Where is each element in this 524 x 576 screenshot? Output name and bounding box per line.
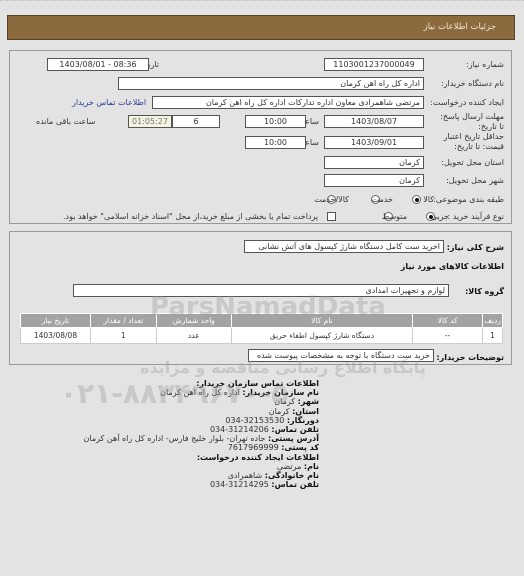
buyer-name-label: نام دستگاه خریدار: (441, 79, 504, 88)
days-remaining-field: 6 (172, 115, 220, 128)
goods-info-title: اطلاعات کالاهای مورد نیاز (400, 262, 504, 271)
cell-unit: عدد (155, 327, 232, 344)
description-label: شرح کلی نیاز: (446, 243, 504, 252)
col-unit: واحد شمارش (155, 313, 232, 328)
page-title: جزئیات اطلاعات نیاز (423, 22, 496, 32)
page-header: جزئیات اطلاعات نیاز (7, 15, 515, 40)
category-option-goods-service: کالا/خدمت (314, 195, 349, 204)
buyer-name-field: اداره کل راه اهن کرمان (118, 77, 424, 90)
deadline-time-field: 10:00 (245, 115, 306, 128)
description-field: اخرید ست کامل دستگاه شارژ کپسول های آتش … (244, 240, 444, 253)
col-row: ردیف (482, 313, 503, 328)
contact-info: اطلاعات تماس سازمان خریدار: نام سازمان خ… (0, 379, 319, 489)
validity-label: حداقل تاریخ اعتبار قیمت: تا تاریخ: (443, 132, 504, 151)
creator-phone: تلفن تماس: 034-31214295 (209, 480, 319, 490)
buyer-notes-field: خرید ست دستگاه با توجه به مشخصات پیوست ش… (248, 349, 434, 362)
validity-time-field: 10:00 (245, 136, 306, 149)
buyer-notes-label: توضیحات خریدار: (436, 353, 504, 362)
announce-date-field: 1403/08/01 - 08:36 (47, 58, 149, 71)
cell-name: دستگاه شارژ کپسول اطفاء حریق (230, 327, 414, 344)
process-option-medium: متوسط (381, 212, 407, 221)
cell-date: 1403/08/08 (20, 327, 91, 344)
goods-group-label: گروه کالا: (465, 287, 504, 296)
province-field: کرمان (324, 156, 424, 169)
top-divider (0, 0, 524, 2)
requester-field: مرتضی شاهمرادی معاون اداره تدارکات اداره… (152, 96, 424, 109)
goods-group-field: لوازم و تجهیزات امدادی (73, 284, 449, 297)
contact-postal: کد پستی: 7617969999 (227, 443, 319, 453)
contact-city: شهر: کرمان (274, 397, 319, 407)
goods-table: ردیف کد کالا نام کالا واحد شمارش تعداد /… (20, 313, 503, 344)
col-date: تاریخ نیاز (20, 313, 91, 328)
remaining-time-label: ساعت باقی مانده (36, 117, 96, 126)
deadline-label: مهلت ارسال پاسخ: تا تاریخ: (440, 112, 504, 131)
col-code: کد کالا (412, 313, 484, 328)
category-label: طبقه بندی موضوعی: (433, 195, 504, 204)
col-name: نام کالا (230, 313, 414, 328)
contact-province: استان: کرمان (268, 406, 319, 416)
province-label: استان محل تحویل: (441, 158, 504, 167)
contact-fax: دورنگار: 034-32153530 (225, 415, 319, 425)
creator-title: اطلاعات ایجاد کننده درخواست: (196, 452, 319, 462)
contact-title: اطلاعات تماس سازمان خریدار: (196, 379, 319, 388)
contact-phone: تلفن تماس: 034-31214206 (209, 425, 319, 435)
buyer-contact-link[interactable]: اطلاعات تماس خریدار (72, 98, 146, 107)
category-option-service: خدمت (371, 195, 393, 204)
requester-label: ایجاد کننده درخواست: (430, 98, 504, 107)
creator-family: نام خانوادگی: شاهمرادی (227, 471, 319, 481)
process-label: نوع فرآیند خرید : (447, 212, 504, 221)
cell-quantity: 1 (89, 327, 157, 344)
category-radio-goods[interactable] (412, 195, 421, 204)
contact-address: آدرس پستی: جاده تهران- بلوار خلیج فارس- … (83, 434, 319, 444)
contact-org: نام سازمان خریدار: اداره کل راه اهن کرما… (160, 388, 319, 398)
table-row: 1 -- دستگاه شارژ کپسول اطفاء حریق عدد 1 … (20, 327, 503, 344)
need-number-label: شماره نیاز: (466, 60, 504, 69)
validity-date-field: 1403/09/01 (324, 136, 424, 149)
treasury-text: پرداخت تمام یا بخشی از مبلغ خرید،از محل … (63, 212, 319, 221)
cell-code: -- (412, 327, 484, 344)
col-quantity: تعداد / مقدار (89, 313, 157, 328)
process-option-minor: جزیی (430, 212, 449, 221)
category-option-goods: کالا (423, 195, 434, 204)
city-label: شهر محل تحویل: (446, 176, 504, 185)
creator-name: نام: مرتضی (276, 461, 319, 471)
deadline-date-field: 1403/08/07 (324, 115, 424, 128)
table-header-row: ردیف کد کالا نام کالا واحد شمارش تعداد /… (20, 313, 503, 328)
cell-row: 1 (482, 327, 503, 344)
remaining-time-field: 01:05:27 (128, 115, 172, 128)
city-field: کرمان (324, 174, 424, 187)
treasury-checkbox[interactable] (327, 212, 336, 221)
need-number-field: 1103001237000049 (324, 58, 424, 71)
